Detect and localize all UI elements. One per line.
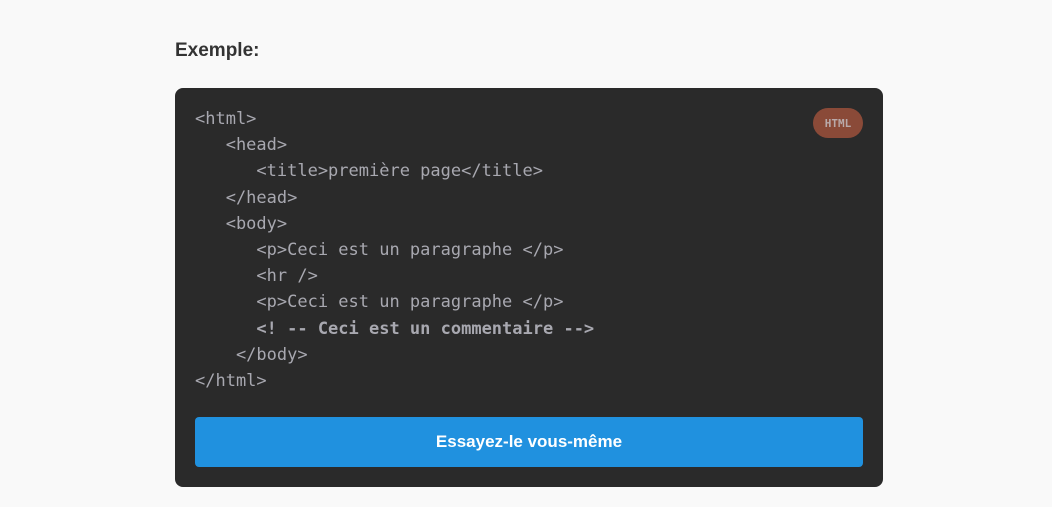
code-comment-line: <! -- Ceci est un commentaire -->	[195, 318, 595, 339]
try-it-yourself-button[interactable]: Essayez-le vous-même	[195, 417, 863, 467]
code-block: <html> <head> <title>première page</titl…	[195, 106, 594, 394]
code-example-box: HTML <html> <head> <title>première page<…	[175, 88, 883, 487]
language-badge: HTML	[813, 108, 863, 138]
code-line: <html>	[195, 109, 257, 129]
example-heading: Exemple:	[175, 40, 260, 61]
code-line: <head>	[195, 135, 288, 156]
code-line: <hr />	[195, 266, 318, 287]
code-line: </head>	[195, 187, 298, 208]
code-line: <body>	[195, 213, 288, 234]
code-line: </body>	[195, 344, 308, 365]
code-line: <p>Ceci est un paragraphe </p>	[195, 240, 564, 261]
code-line: <title>première page</title>	[195, 161, 543, 182]
code-line: </html>	[195, 371, 267, 392]
code-line: <p>Ceci est un paragraphe </p>	[195, 292, 564, 313]
